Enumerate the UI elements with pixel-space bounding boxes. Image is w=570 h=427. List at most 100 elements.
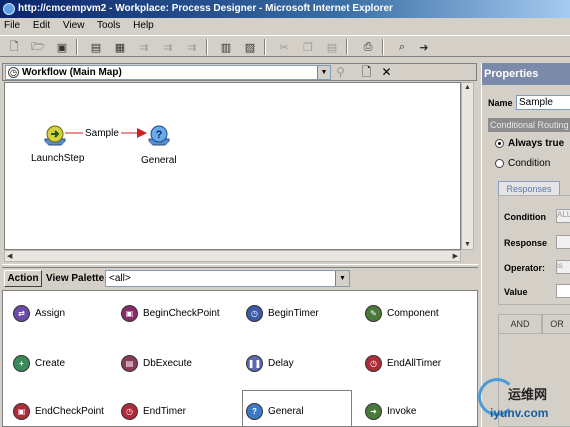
- menu-help[interactable]: Help: [133, 20, 154, 31]
- scroll-right-icon[interactable]: ▶: [453, 252, 458, 260]
- properties-icon[interactable]: ▥: [218, 39, 234, 55]
- response-field[interactable]: [556, 235, 570, 249]
- print-icon[interactable]: ⎙: [360, 39, 376, 55]
- pin-icon[interactable]: ⚲: [333, 65, 348, 80]
- name-input[interactable]: Sample: [516, 95, 570, 110]
- toolbar-separator: [382, 39, 384, 55]
- tab-responses[interactable]: Responses: [498, 181, 560, 196]
- copy-icon[interactable]: ❐: [300, 39, 316, 55]
- launch-step-icon[interactable]: [43, 123, 67, 147]
- node-label-launchstep: LaunchStep: [31, 153, 85, 164]
- toolbar-separator: [76, 39, 78, 55]
- open-icon[interactable]: 🗁: [30, 39, 46, 55]
- menu-bar: File Edit View Tools Help: [0, 18, 570, 34]
- field-label-operator: Operator:: [504, 263, 546, 273]
- menu-view[interactable]: View: [63, 20, 85, 31]
- chevron-down-icon[interactable]: ▼: [335, 271, 349, 286]
- palette-item-endtimer[interactable]: ◷ EndTimer: [121, 401, 236, 423]
- begin-timer-icon: ◷: [246, 305, 263, 322]
- step-palette: ⇄ Assign ▣ BeginCheckPoint ◷ BeginTimer …: [2, 290, 478, 427]
- palette-item-general[interactable]: ? General: [242, 390, 352, 427]
- view-palette-value: <all>: [109, 273, 131, 284]
- general-step-icon[interactable]: ?: [147, 123, 171, 147]
- palette-item-endcheckpoint[interactable]: ▣ EndCheckPoint: [13, 401, 128, 423]
- name-label: Name: [488, 98, 513, 108]
- view-palette-select[interactable]: <all> ▼: [105, 270, 350, 287]
- begin-checkpoint-icon: ▣: [121, 305, 138, 322]
- menu-edit[interactable]: Edit: [33, 20, 50, 31]
- add-step-icon[interactable]: ▦: [112, 39, 128, 55]
- value-field[interactable]: [556, 284, 570, 298]
- invoke-icon: ➜: [365, 403, 382, 420]
- paste-icon[interactable]: ▤: [324, 39, 340, 55]
- scroll-down-icon[interactable]: ▼: [464, 241, 471, 248]
- workflow-header: ◷ Workflow (Main Map) ▼ ⚲ 🗋 ✕: [2, 63, 477, 81]
- condition-radio[interactable]: [495, 159, 504, 168]
- component-icon: ✎: [365, 305, 382, 322]
- condition-field[interactable]: ALL: [556, 209, 570, 223]
- operator-field[interactable]: is: [556, 260, 570, 274]
- palette-item-create[interactable]: + Create: [13, 353, 128, 375]
- go-icon[interactable]: ➜: [416, 39, 432, 55]
- save-icon[interactable]: ▣: [54, 39, 70, 55]
- field-label-value: Value: [504, 287, 528, 297]
- general-icon: ?: [246, 403, 263, 420]
- svg-text:?: ?: [156, 129, 163, 141]
- palette-bar: Action View Palette: <all> ▼: [2, 269, 478, 289]
- end-checkpoint-icon: ▣: [13, 403, 30, 420]
- palette-item-endalltimer[interactable]: ◷ EndAllTimer: [365, 353, 480, 375]
- window-title-bar: http://cmcempvm2 - Workplace: Process De…: [0, 0, 570, 18]
- new-map-icon[interactable]: 🗋: [359, 65, 374, 80]
- toolbar: 🗋 🗁 ▣ ▤ ▦ ⇉ ⇉ ⇉ ▥ ▨ ✂ ❐ ▤ ⎙ ⌕ ➜: [0, 35, 570, 57]
- watermark-cn-text: 运维网: [508, 387, 548, 402]
- palette-item-assign[interactable]: ⇄ Assign: [13, 303, 128, 325]
- palette-item-component[interactable]: ✎ Component: [365, 303, 480, 325]
- ie-icon: [3, 3, 15, 15]
- field-label-condition: Condition: [504, 212, 546, 222]
- chevron-down-icon[interactable]: ▼: [317, 66, 330, 79]
- delay-icon: ❚❚: [246, 355, 263, 372]
- palette-item-dbexecute[interactable]: ▤ DbExecute: [121, 353, 236, 375]
- always-true-radio[interactable]: [495, 139, 504, 148]
- scroll-up-icon[interactable]: ▲: [464, 84, 471, 91]
- action-button[interactable]: Action: [4, 270, 42, 287]
- route-icon[interactable]: ⇉: [136, 39, 152, 55]
- watermark-en-text: iyunv.com: [490, 406, 549, 420]
- workflow-canvas[interactable]: LaunchStep Sample ? General: [4, 82, 461, 250]
- route-disabled-icon-2[interactable]: ⇉: [184, 39, 200, 55]
- properties-panel: Properties Name Sample Conditional Routi…: [481, 63, 570, 427]
- palette-item-delay[interactable]: ❚❚ Delay: [246, 353, 361, 375]
- view-palette-label: View Palette:: [46, 273, 108, 284]
- close-icon[interactable]: ✕: [379, 65, 394, 80]
- watermark-logo: 运维网 iyunv.com: [478, 378, 570, 427]
- menu-tools[interactable]: Tools: [97, 20, 120, 31]
- menu-file[interactable]: File: [4, 20, 20, 31]
- step-icon[interactable]: ▤: [88, 39, 104, 55]
- scroll-left-icon[interactable]: ◀: [7, 252, 12, 260]
- validate-icon[interactable]: ▨: [242, 39, 258, 55]
- window-title: http://cmcempvm2 - Workplace: Process De…: [18, 3, 393, 14]
- end-all-timer-icon: ◷: [365, 355, 382, 372]
- assign-icon: ⇄: [13, 305, 30, 322]
- toolbar-separator: [346, 39, 348, 55]
- always-true-label: Always true: [508, 138, 565, 149]
- canvas-horizontal-scrollbar[interactable]: ◀ ▶: [4, 250, 461, 262]
- new-icon[interactable]: 🗋: [6, 39, 22, 55]
- field-label-response: Response: [504, 238, 548, 248]
- route-label[interactable]: Sample: [83, 128, 121, 139]
- map-select[interactable]: ◷ Workflow (Main Map) ▼: [5, 65, 331, 80]
- and-button[interactable]: AND: [498, 314, 542, 334]
- palette-item-begincheckpoint[interactable]: ▣ BeginCheckPoint: [121, 303, 236, 325]
- or-button[interactable]: OR: [542, 314, 570, 334]
- panel-splitter[interactable]: [2, 264, 478, 268]
- canvas-vertical-scrollbar[interactable]: ▲ ▼: [461, 82, 474, 250]
- end-timer-icon: ◷: [121, 403, 138, 420]
- cut-icon[interactable]: ✂: [276, 39, 292, 55]
- palette-item-invoke[interactable]: ➜ Invoke: [365, 401, 480, 423]
- find-icon[interactable]: ⌕: [394, 39, 410, 55]
- palette-item-begintimer[interactable]: ◷ BeginTimer: [246, 303, 361, 325]
- db-execute-icon: ▤: [121, 355, 138, 372]
- condition-label: Condition: [508, 158, 551, 169]
- create-icon: +: [13, 355, 30, 372]
- route-disabled-icon[interactable]: ⇉: [160, 39, 176, 55]
